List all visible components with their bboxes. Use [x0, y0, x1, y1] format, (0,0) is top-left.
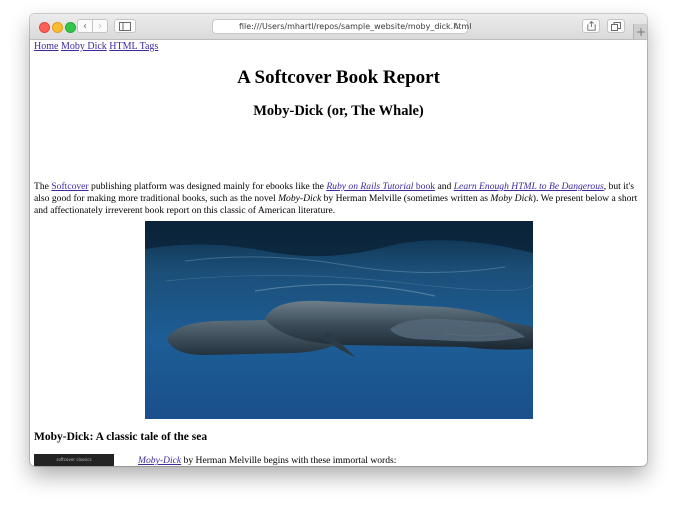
- quote-lead-text: Moby-Dick by Herman Melville begins with…: [138, 455, 396, 466]
- nav-html-tags-link[interactable]: HTML Tags: [109, 41, 158, 52]
- page-subtitle: Moby-Dick (or, The Whale): [253, 103, 424, 119]
- close-window-button[interactable]: [39, 22, 50, 33]
- page-title: A Softcover Book Report: [237, 67, 440, 88]
- page-content: Home Moby Dick HTML Tags A Softcover Boo…: [30, 40, 647, 466]
- browser-window: ‹ › file:///Users/mhartl/repos/sample_we…: [30, 14, 647, 466]
- new-tab-button[interactable]: +: [633, 24, 647, 39]
- book-cover-label: softcover classics: [56, 457, 92, 462]
- sidebar-button[interactable]: [114, 19, 136, 33]
- learn-enough-html-link[interactable]: Learn Enough HTML to Be Dangerous: [454, 181, 604, 192]
- nav-home-link[interactable]: Home: [34, 41, 58, 52]
- moby-dick-title: Moby-Dick: [278, 193, 322, 204]
- share-button[interactable]: [582, 19, 600, 33]
- intro-text: by Herman Melville (sometimes written as: [321, 193, 491, 204]
- share-icon: [586, 21, 596, 31]
- forward-icon: ›: [98, 20, 102, 32]
- new-tab-icon: +: [635, 24, 647, 39]
- learn-enough-html-title: Learn Enough HTML to Be Dangerous: [453, 181, 604, 192]
- forward-button[interactable]: ›: [92, 19, 108, 33]
- nav-moby-dick-link[interactable]: Moby Dick: [61, 41, 107, 52]
- softcover-link[interactable]: Softcover: [51, 181, 88, 192]
- section-heading: Moby-Dick: A classic tale of the sea: [34, 431, 208, 443]
- show-tabs-button[interactable]: [607, 19, 625, 33]
- book-link-text: book: [413, 181, 436, 192]
- sperm-whales-image: [145, 221, 533, 419]
- url-text: file:///Users/mhartl/repos/sample_websit…: [239, 22, 472, 31]
- intro-paragraph: The Softcover publishing platform was de…: [34, 181, 644, 217]
- moby-dick-link[interactable]: Moby-Dick: [138, 455, 181, 466]
- book-cover-image: softcover classics: [34, 454, 114, 466]
- intro-text: and: [435, 181, 454, 192]
- zoom-window-button[interactable]: [65, 22, 76, 33]
- whale-photo: [145, 221, 533, 419]
- title-bar: ‹ › file:///Users/mhartl/repos/sample_we…: [30, 14, 647, 40]
- reload-icon[interactable]: ↻: [453, 21, 461, 33]
- quote-lead-rest: by Herman Melville begins with these imm…: [181, 455, 397, 466]
- back-icon: ‹: [83, 20, 87, 32]
- rails-tutorial-link[interactable]: Ruby on Rails Tutorial book: [326, 181, 435, 192]
- intro-text: publishing platform was designed mainly …: [88, 181, 327, 192]
- tabs-icon: [611, 21, 621, 31]
- top-nav: Home Moby Dick HTML Tags: [34, 41, 158, 52]
- sidebar-icon: [119, 21, 131, 31]
- address-bar[interactable]: file:///Users/mhartl/repos/sample_websit…: [212, 19, 472, 34]
- minimize-window-button[interactable]: [52, 22, 63, 33]
- rails-tutorial-title: Ruby on Rails Tutorial: [326, 181, 414, 192]
- moby-dick-alt-title: Moby Dick: [490, 193, 533, 204]
- back-button[interactable]: ‹: [77, 19, 93, 33]
- intro-text: The: [34, 181, 52, 192]
